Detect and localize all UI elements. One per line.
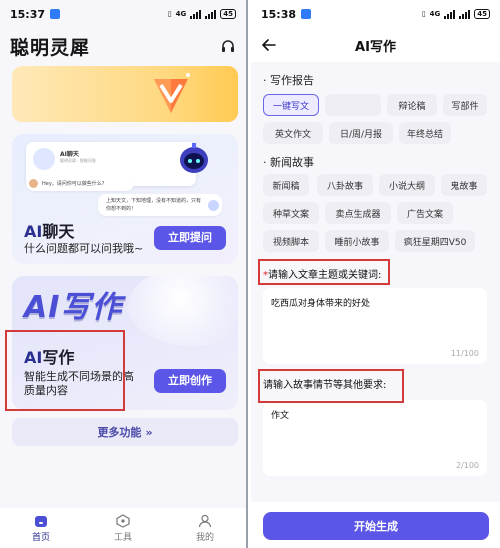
bottom-nav: 首页 工具 我的: [0, 508, 246, 548]
chat-preview-answer: 上知天文，下知地理，没有不知道的，只有你想不到的！: [98, 194, 222, 216]
chip-reports[interactable]: 日/周/月报: [329, 122, 393, 144]
chat-preview-title: AI聊天: [60, 151, 79, 158]
double-chevron-right-icon: »: [145, 425, 153, 439]
status-time: 15:38: [261, 7, 297, 21]
profile-icon: [198, 514, 212, 527]
battery-indicator: 45: [220, 9, 236, 19]
promo-banner[interactable]: [12, 66, 238, 122]
chat-preview-subtitle: 聪明灵犀 · 智能问答: [60, 158, 96, 163]
writing-card-title: AI写作: [24, 348, 75, 367]
status-bar: 15:38 ▯ 4G 45: [251, 0, 500, 28]
section-title-reports: · 写作报告: [263, 74, 314, 87]
app-title: 聪明灵犀: [10, 36, 91, 59]
vibrate-icon: ▯: [421, 10, 426, 18]
page-header: AI写作: [251, 30, 500, 60]
notification-app-icon: [50, 9, 61, 19]
home-screen: 15:37 ▯ 4G 45 聪明灵犀 AI聊天 聪明灵犀 · 智能问答 Hey，…: [0, 0, 248, 548]
topic-char-count: 11/100: [450, 349, 479, 358]
chip-year-end-summary[interactable]: 年终总结: [399, 122, 451, 144]
headset-icon[interactable]: [220, 38, 236, 54]
chat-bot-logo-icon: [33, 148, 55, 170]
chip-debate[interactable]: 辩论稿: [387, 94, 437, 116]
chip-novel-outline[interactable]: 小说大纲: [379, 174, 435, 196]
more-features-button[interactable]: 更多功能 »: [12, 418, 238, 446]
chip-english-essay[interactable]: 英文作文: [263, 122, 323, 144]
bot-avatar: [208, 200, 219, 211]
nav-profile[interactable]: 我的: [164, 508, 246, 548]
topic-input[interactable]: 吃西瓜对身体带来的好处 11/100: [263, 288, 487, 364]
topic-field-label: *请输入文章主题或关键词:: [263, 270, 382, 281]
notification-app-icon: [301, 9, 312, 19]
network-type: 4G: [175, 10, 187, 18]
chip-ad-copy[interactable]: 广告文案: [397, 202, 453, 224]
chip-gossip[interactable]: 八卦故事: [317, 174, 373, 196]
plot-char-count: 2/100: [455, 461, 479, 470]
status-time: 15:37: [10, 7, 46, 21]
chip-video-script[interactable]: 视频脚本: [263, 230, 319, 252]
page-title: AI写作: [355, 39, 396, 55]
create-now-button[interactable]: 立即创作: [154, 369, 226, 393]
ai-writing-screen: 15:38 ▯ 4G 45 AI写作 · 写作报告 一键写文 辩论稿 写部件 英…: [251, 0, 500, 548]
chip-one-click-write[interactable]: 一键写文: [263, 94, 319, 116]
nav-tools[interactable]: 工具: [82, 508, 164, 548]
chip-ghost-story[interactable]: 鬼故事: [441, 174, 487, 196]
back-arrow-icon[interactable]: [261, 37, 277, 53]
user-avatar: [29, 179, 38, 188]
chip-selling-points[interactable]: 卖点生成器: [325, 202, 391, 224]
chip-news[interactable]: 新闻稿: [263, 174, 309, 196]
signal-icon-2: [205, 9, 217, 19]
section-title-news: · 新闻故事: [263, 156, 314, 169]
start-generate-button[interactable]: 开始生成: [263, 512, 489, 540]
signal-icon: [190, 9, 202, 19]
screenshot-stage: 15:37 ▯ 4G 45 聪明灵犀 AI聊天 聪明灵犀 · 智能问答 Hey，…: [0, 0, 500, 548]
app-header: 聪明灵犀: [10, 32, 236, 60]
writing-card-bg-text: AI写作: [24, 290, 123, 325]
ai-chat-card[interactable]: AI聊天 聪明灵犀 · 智能问答 Hey，请问你可以做些什么？ 上知天文，下知地…: [12, 134, 238, 264]
signal-icon-2: [459, 9, 471, 19]
writing-card-subtitle: 智能生成不同场景的高 质量内容: [24, 370, 134, 397]
network-type: 4G: [429, 10, 441, 18]
plot-field-label: 请输入故事情节等其他要求:: [263, 380, 387, 391]
writing-form: · 写作报告 一键写文 辩论稿 写部件 英文作文 日/周/月报 年终总结 · 新…: [251, 62, 500, 502]
status-bar: 15:37 ▯ 4G 45: [0, 0, 246, 28]
chip-seeding-copy[interactable]: 种草文案: [263, 202, 319, 224]
ai-writing-card[interactable]: AI写作 AI写作 AI写作 智能生成不同场景的高 质量内容 立即创作: [12, 276, 238, 410]
chip-empty[interactable]: [325, 94, 381, 116]
tool-icon: [116, 513, 130, 528]
chip-write-parts[interactable]: 写部件: [443, 94, 487, 116]
nav-home[interactable]: 首页: [0, 508, 82, 548]
vip-gem-icon: [154, 73, 190, 113]
chat-card-subtitle: 什么问题都可以问我哦~: [24, 242, 144, 255]
plot-input[interactable]: 作文 2/100: [263, 400, 487, 476]
home-icon: [35, 515, 47, 527]
signal-icon: [444, 9, 456, 19]
battery-indicator: 45: [474, 9, 490, 19]
chip-bedtime-story[interactable]: 睡前小故事: [325, 230, 389, 252]
chat-preview-question: Hey，请问你可以做些什么？: [26, 176, 134, 191]
ask-now-button[interactable]: 立即提问: [154, 226, 226, 250]
vibrate-icon: ▯: [167, 10, 172, 18]
chip-crazy-thursday[interactable]: 疯狂星期四V50: [395, 230, 475, 252]
chat-card-title: AI聊天: [24, 222, 75, 241]
robot-mascot-icon: [180, 143, 208, 173]
